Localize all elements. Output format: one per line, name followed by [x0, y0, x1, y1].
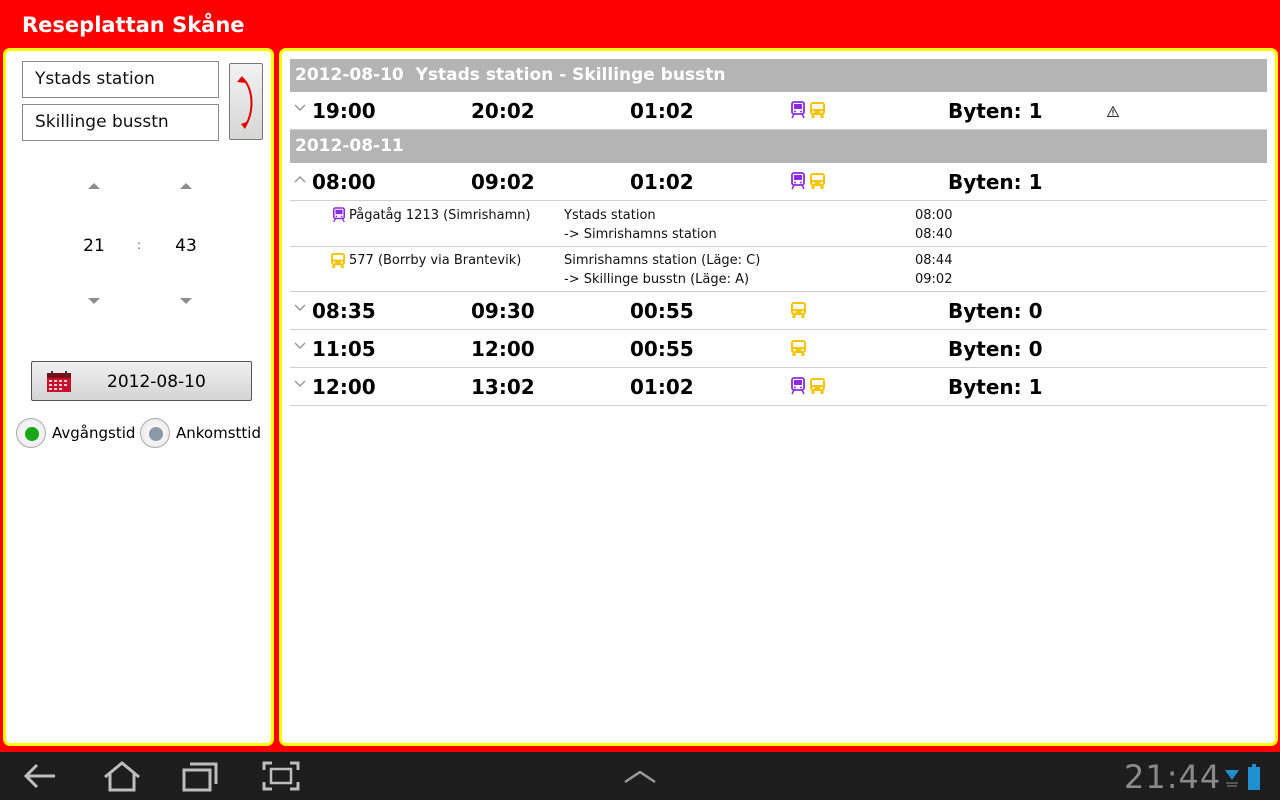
- chevron-down-icon: [294, 304, 306, 312]
- duration: 00:55: [630, 337, 694, 361]
- arrival-time: 09:30: [471, 299, 535, 323]
- bus-icon: [810, 102, 825, 118]
- duration: 01:02: [630, 170, 694, 194]
- trip-leg: 577 (Borrby via Brantevik) Simrishamns s…: [290, 247, 1267, 292]
- leg-to-stop: -> Simrishamns station: [564, 227, 717, 242]
- departure-time: 19:00: [312, 99, 376, 123]
- swap-arrows-icon: [237, 76, 253, 129]
- changes-count: Byten: 1: [948, 99, 1043, 123]
- departure-time: 08:00: [312, 170, 376, 194]
- departure-time: 08:35: [312, 299, 376, 323]
- chevron-down-icon: [294, 380, 306, 388]
- trip-leg: Pågatåg 1213 (Simrishamn) Ystads station…: [290, 202, 1267, 247]
- arrival-time: 20:02: [471, 99, 535, 123]
- changes-count: Byten: 0: [948, 299, 1043, 323]
- duration: 01:02: [630, 99, 694, 123]
- back-icon[interactable]: [22, 760, 58, 792]
- leg-departure-time: 08:00: [915, 208, 953, 223]
- bus-icon: [810, 378, 825, 394]
- date-header: 2012-08-11: [290, 130, 1267, 163]
- leg-line-name: Pågatåg 1213 (Simrishamn): [349, 208, 531, 223]
- header-route: Ystads station - Skillinge busstn: [415, 65, 726, 85]
- results-panel: 2012-08-10 Ystads station - Skillinge bu…: [279, 48, 1278, 746]
- battery-icon: [1248, 764, 1260, 790]
- chevron-up-icon: [294, 175, 306, 183]
- system-navigation-bar: 21:44: [0, 752, 1280, 800]
- arrival-time: 09:02: [471, 170, 535, 194]
- from-station-input[interactable]: Ystads station: [22, 61, 219, 98]
- leg-from-stop: Simrishamns station (Läge: C): [564, 253, 761, 268]
- train-icon: [791, 172, 805, 190]
- home-icon[interactable]: [102, 760, 142, 792]
- minute-increment-button[interactable]: [180, 183, 192, 189]
- train-icon: [791, 101, 805, 119]
- bus-icon: [330, 252, 346, 269]
- radio-selected-dot: [25, 427, 39, 441]
- warning-icon: [1107, 106, 1119, 117]
- duration: 00:55: [630, 299, 694, 323]
- arrival-time: 12:00: [471, 337, 535, 361]
- leg-to-stop: -> Skillinge busstn (Läge: A): [564, 272, 750, 287]
- system-clock: 21:44: [1124, 758, 1222, 796]
- arrival-time: 13:02: [471, 375, 535, 399]
- train-icon: [791, 377, 805, 395]
- date-header: 2012-08-10 Ystads station - Skillinge bu…: [290, 59, 1267, 92]
- screenshot-icon[interactable]: [262, 760, 300, 792]
- swap-stations-button[interactable]: [229, 63, 263, 140]
- date-label: 2012-08-10: [107, 372, 206, 392]
- hour-value[interactable]: 21: [74, 236, 114, 256]
- recent-apps-icon[interactable]: [182, 760, 218, 792]
- bus-icon: [810, 173, 825, 189]
- leg-from-stop: Ystads station: [564, 208, 656, 223]
- chevron-down-icon: [294, 342, 306, 350]
- trip-row[interactable]: 08:35 09:30 00:55 Byten: 0: [290, 292, 1267, 330]
- leg-arrival-time: 08:40: [915, 227, 953, 242]
- calendar-icon: [47, 371, 71, 392]
- train-icon: [332, 207, 346, 223]
- departure-time: 12:00: [312, 375, 376, 399]
- minute-decrement-button[interactable]: [180, 298, 192, 304]
- duration: 01:02: [630, 375, 694, 399]
- time-separator: :: [137, 238, 142, 252]
- trip-row[interactable]: 19:00 20:02 01:02 Byten: 1: [290, 92, 1267, 130]
- changes-count: Byten: 0: [948, 337, 1043, 361]
- radio-circle: [140, 418, 170, 448]
- hour-decrement-button[interactable]: [88, 298, 100, 304]
- departure-time-label: Avgångstid: [52, 424, 136, 442]
- trip-row-expanded[interactable]: 08:00 09:02 01:02 Byten: 1: [290, 163, 1267, 201]
- search-panel: Ystads station Skillinge busstn 21 : 43 …: [3, 48, 274, 746]
- radio-unselected-dot: [149, 427, 163, 441]
- leg-departure-time: 08:44: [915, 253, 953, 268]
- date-picker-button[interactable]: 2012-08-10: [31, 361, 252, 401]
- minute-value[interactable]: 43: [166, 236, 206, 256]
- leg-line-name: 577 (Borrby via Brantevik): [349, 253, 522, 268]
- changes-count: Byten: 1: [948, 375, 1043, 399]
- wifi-icon: [1225, 770, 1239, 787]
- bus-icon: [791, 340, 806, 356]
- chevron-up-icon[interactable]: [623, 770, 657, 784]
- header-date: 2012-08-11: [295, 136, 404, 156]
- hour-increment-button[interactable]: [88, 183, 100, 189]
- radio-circle: [16, 418, 46, 448]
- trip-row[interactable]: 12:00 13:02 01:02 Byten: 1: [290, 368, 1267, 406]
- chevron-down-icon: [294, 104, 306, 112]
- bus-icon: [791, 302, 806, 318]
- leg-arrival-time: 09:02: [915, 272, 953, 287]
- header-date: 2012-08-10: [295, 65, 404, 85]
- arrival-time-label: Ankomsttid: [176, 424, 261, 442]
- departure-time: 11:05: [312, 337, 376, 361]
- trip-row[interactable]: 11:05 12:00 00:55 Byten: 0: [290, 330, 1267, 368]
- to-station-input[interactable]: Skillinge busstn: [22, 104, 219, 141]
- app-title: Reseplattan Skåne: [22, 13, 245, 37]
- changes-count: Byten: 1: [948, 170, 1043, 194]
